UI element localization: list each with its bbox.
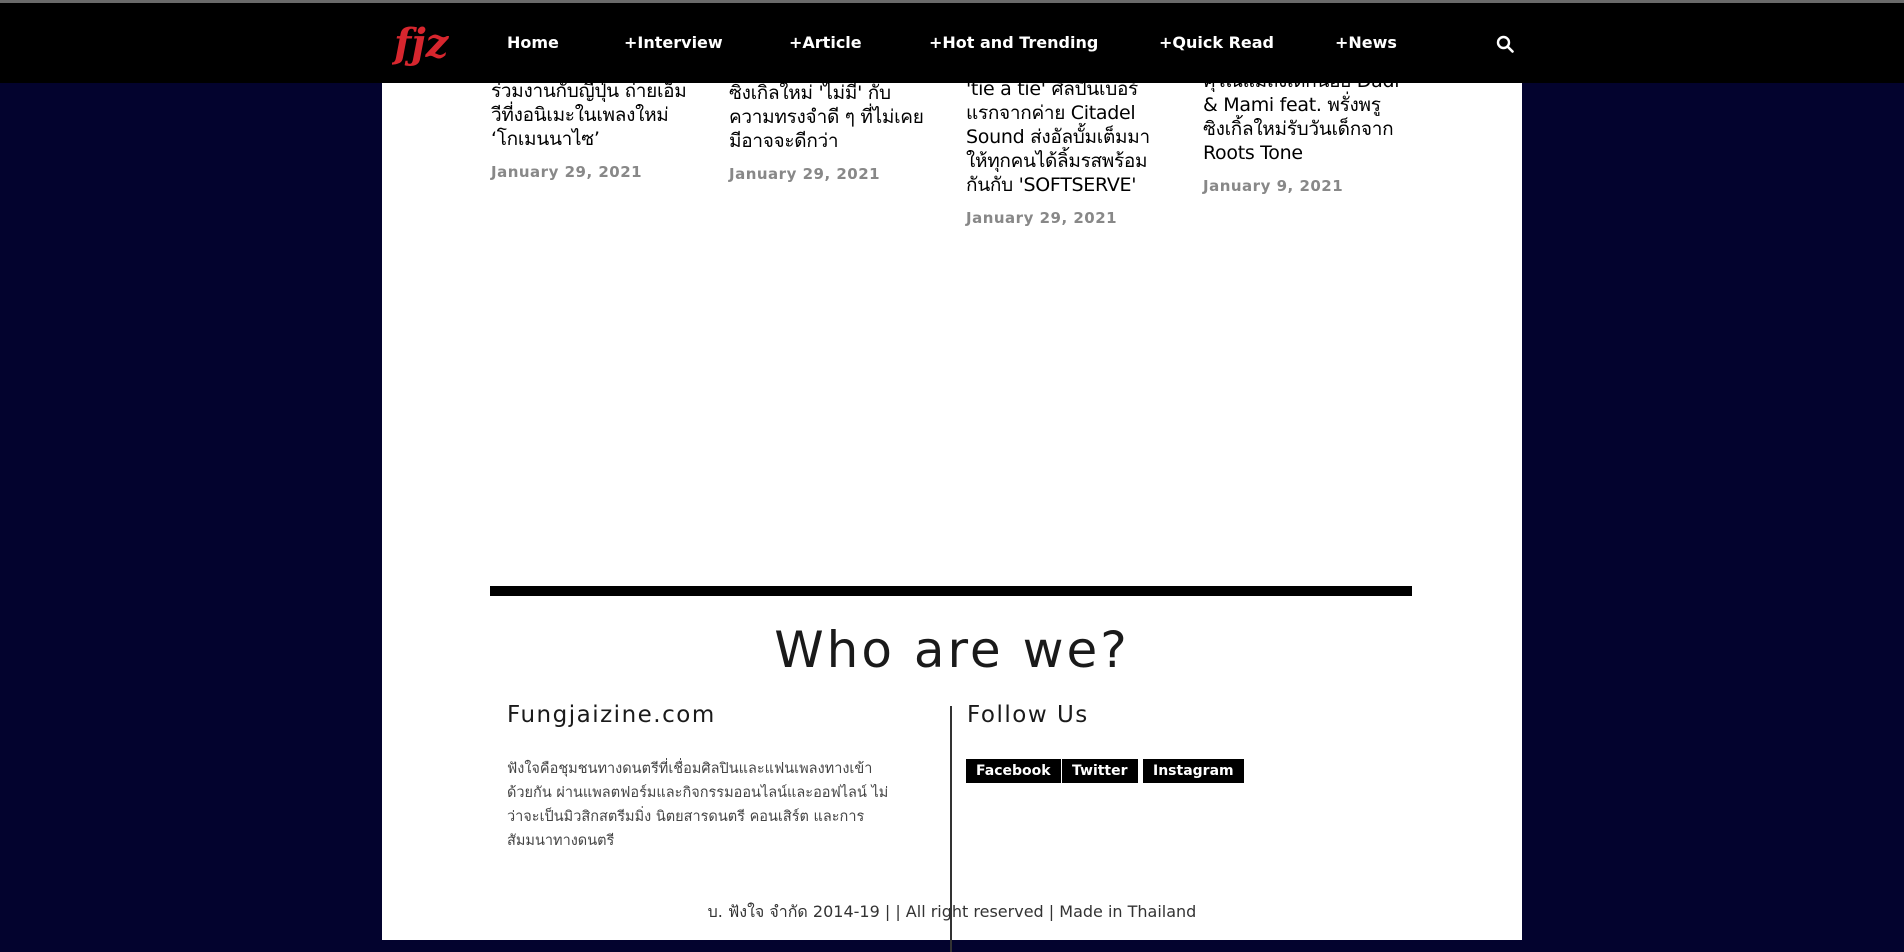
article-date: January 9, 2021	[1203, 177, 1344, 195]
search-icon[interactable]	[1496, 35, 1514, 53]
article-card[interactable]: คุโณแม่ถึงเด็กน้อย Dadi & Mami feat. พรั…	[1203, 69, 1403, 195]
logo-text: fjz	[392, 20, 450, 67]
site-title: Fungjaizine.com	[507, 702, 716, 728]
nav-interview[interactable]: +Interview	[624, 33, 723, 52]
article-date: January 29, 2021	[729, 165, 881, 183]
follow-us-title: Follow Us	[967, 702, 1089, 728]
article-card[interactable]: 'tie a tie' ศิลปินเบอร์แรกจากค่าย Citade…	[966, 77, 1166, 227]
facebook-button[interactable]: Facebook	[966, 759, 1061, 783]
nav-home[interactable]: Home	[507, 33, 559, 52]
navbar: fjz Home +Interview +Article +Hot and Tr…	[0, 3, 1904, 83]
article-title[interactable]: 'tie a tie' ศิลปินเบอร์แรกจากค่าย Citade…	[966, 77, 1166, 197]
main-content: ร่วมงานกับญี่ปุ่น ถ่ายเอ็มวีที่งอนิเมะใน…	[382, 70, 1522, 952]
article-title[interactable]: คุโณแม่ถึงเด็กน้อย Dadi & Mami feat. พรั…	[1203, 69, 1403, 165]
site-logo[interactable]: fjz	[392, 17, 450, 67]
footer-text: บ. ฟังใจ จำกัด 2014-19 | | All right res…	[707, 902, 1197, 921]
twitter-button[interactable]: Twitter	[1062, 759, 1138, 783]
article-card[interactable]: ซิงเกิ้ลใหม่ 'ไม่มี' กับความทรงจำดี ๆ ที…	[729, 81, 929, 183]
article-date: January 29, 2021	[491, 163, 643, 181]
article-card[interactable]: ร่วมงานกับญี่ปุ่น ถ่ายเอ็มวีที่งอนิเมะใน…	[491, 79, 691, 181]
instagram-button[interactable]: Instagram	[1143, 759, 1244, 783]
about-description: ฟังใจคือชุมชนทางดนตรีที่เชื่อมศิลปินและแ…	[507, 761, 889, 849]
article-title[interactable]: ร่วมงานกับญี่ปุ่น ถ่ายเอ็มวีที่งอนิเมะใน…	[491, 79, 691, 151]
article-title[interactable]: ซิงเกิ้ลใหม่ 'ไม่มี' กับความทรงจำดี ๆ ที…	[729, 81, 929, 153]
who-are-we-heading: Who are we?	[774, 621, 1130, 679]
nav-news[interactable]: +News	[1335, 33, 1397, 52]
nav-quick-read[interactable]: +Quick Read	[1159, 33, 1274, 52]
section-divider	[490, 586, 1412, 596]
nav-hot-and-trending[interactable]: +Hot and Trending	[929, 33, 1098, 52]
article-date: January 29, 2021	[966, 209, 1118, 227]
nav-article[interactable]: +Article	[789, 33, 862, 52]
